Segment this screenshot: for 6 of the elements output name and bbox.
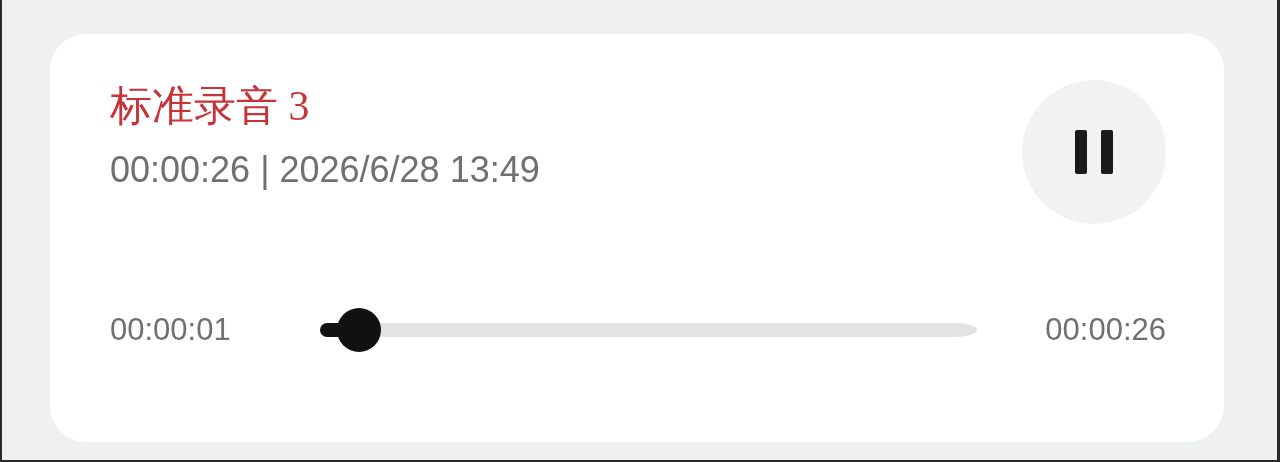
pause-icon — [1075, 130, 1113, 174]
elapsed-time: 00:00:01 — [110, 311, 232, 349]
slider-thumb[interactable] — [337, 308, 382, 352]
recording-title: 标准录音 3 — [110, 82, 311, 131]
total-time: 00:00:26 — [1045, 311, 1166, 349]
recording-details: 00:00:26 | 2026/6/28 13:49 — [110, 148, 540, 192]
